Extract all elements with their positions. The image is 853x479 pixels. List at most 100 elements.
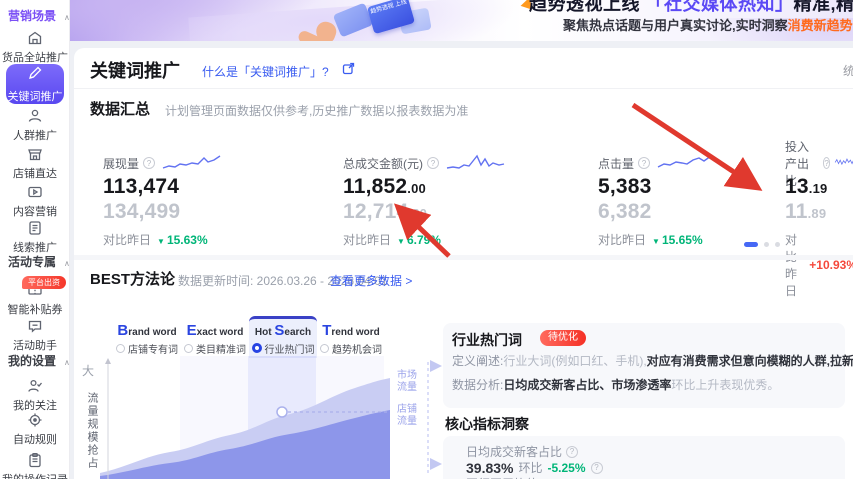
insight-title: 核心指标洞察 xyxy=(445,416,529,432)
kpi-value-row: 39.83% 环比 -5.25%? xyxy=(466,459,603,476)
tab-hot-search[interactable]: Hot Search 行业热门词 xyxy=(249,316,317,358)
compare-label: 对比昨日 xyxy=(598,233,647,247)
what-is-link[interactable]: 什么是「关键词推广」? xyxy=(202,63,329,80)
compare-label: 对比昨日 xyxy=(343,233,392,247)
banner-subline: 聚焦热点话题与用户真实讨论,实时洞察消费新趋势、品类新机会 xyxy=(563,15,853,34)
summary-note: 计划管理页面数据仅供参考,历史推广数据以报表数据为准 xyxy=(165,104,469,118)
delta-value: ▼ 6.79% xyxy=(397,232,441,247)
sidebar-item-shop-direct[interactable]: 店铺直达 xyxy=(0,146,70,181)
delta-value: ▼ 15.63% xyxy=(157,232,208,247)
chevron-up-icon: ∧ xyxy=(64,358,70,367)
banner-headline-suffix: 精准,精准捕捉 xyxy=(793,0,853,14)
radio-selected-icon[interactable] xyxy=(251,343,262,353)
sparkline xyxy=(446,154,505,169)
sidebar-item-audience-promo[interactable]: 人群推广 xyxy=(0,108,70,143)
delta-value: +10.93% xyxy=(809,258,853,272)
tab-cn-label: 类目精准词 xyxy=(196,344,246,356)
kpi-value: 39.83% xyxy=(466,459,514,476)
chat-icon xyxy=(27,318,43,334)
sidebar-item-leads-promo[interactable]: 线索推广 xyxy=(0,220,70,255)
banner-headline-highlight: 「社交媒体热知」 xyxy=(645,0,794,14)
sidebar-item-activity-helper[interactable]: 活动助手 xyxy=(0,318,70,353)
target-icon xyxy=(27,412,43,428)
sidebar-item-label: 内容营销 xyxy=(13,206,57,218)
tab-en-label: Trend word xyxy=(322,321,380,339)
metric-value: 5,383 xyxy=(598,175,652,198)
help-icon[interactable]: ? xyxy=(566,445,579,458)
best-tabs: Brand word 店铺专有词 Exact word 类目精准词 Hot Se… xyxy=(113,316,385,358)
tab-en-label: Hot Search xyxy=(254,321,312,339)
sidebar-item-my-follow[interactable]: 我的关注 xyxy=(0,378,70,413)
sparkline xyxy=(835,158,853,166)
pagination-dot[interactable] xyxy=(775,242,780,247)
compare-label: 对比昨日 xyxy=(785,233,798,298)
help-icon[interactable]: ? xyxy=(143,157,156,169)
chevron-up-icon: ∧ xyxy=(64,13,70,22)
help-icon[interactable]: ? xyxy=(822,157,831,169)
page-root: 趋势透视 上线 趋势透视上线 「社交媒体热知」精准,精准捕捉 聚焦热点话题与用户… xyxy=(0,0,853,479)
sidebar-item-label: 人群推广 xyxy=(13,130,57,142)
hot-word-title: 行业热门词 xyxy=(452,332,522,348)
chevron-up-icon: ∧ xyxy=(64,259,70,268)
video-icon xyxy=(27,184,43,200)
sidebar-item-keyword-promo-selected[interactable]: 关键词推广 xyxy=(6,64,64,104)
radio-icon[interactable] xyxy=(320,343,329,353)
clipped-right-text: 统 xyxy=(843,64,853,78)
tab-cn-label: 店铺专有词 xyxy=(128,344,178,356)
tab-trend-word[interactable]: Trend word 趋势机会词 xyxy=(317,316,385,358)
kpi-hb-label: 环比 xyxy=(518,461,543,475)
sidebar-item-label: 我的关注 xyxy=(13,400,57,412)
person-icon xyxy=(27,108,43,124)
radio-icon[interactable] xyxy=(184,343,193,353)
tab-brand-word[interactable]: Brand word 店铺专有词 xyxy=(113,316,181,358)
tab-cn-label: 趋势机会词 xyxy=(332,344,382,356)
sidebar-item-operation-log[interactable]: 我的操作记录 xyxy=(0,452,70,479)
sidebar-item-content-marketing[interactable]: 内容营销 xyxy=(0,184,70,219)
sidebar-item-label: 活动助手 xyxy=(13,340,57,352)
help-icon[interactable]: ? xyxy=(427,157,439,169)
banner-headline: 趋势透视上线 「社交媒体热知」精准,精准捕捉 xyxy=(529,0,853,16)
sidebar-item-label: 店铺直达 xyxy=(13,168,57,180)
trend-down-icon: ▼ xyxy=(157,236,165,246)
section-divider xyxy=(74,255,853,260)
sidebar-item-full-site[interactable]: 货品全站推广 xyxy=(0,30,70,65)
sidebar-section-label: 活动专属 xyxy=(8,255,57,269)
help-icon[interactable]: ? xyxy=(590,461,603,474)
sparkline xyxy=(162,155,221,169)
sidebar-section-settings[interactable]: 我的设置 ∧ xyxy=(8,352,70,369)
help-icon[interactable]: ? xyxy=(638,157,651,169)
banner-subline-text: 聚焦热点话题与用户真实讨论,实时洞察 xyxy=(563,18,788,33)
radio-icon[interactable] xyxy=(116,343,125,353)
sidebar-item-label: 货品全站推广 xyxy=(2,52,68,64)
tab-en-label: Exact word xyxy=(186,321,244,339)
pagination-dot[interactable] xyxy=(764,242,769,247)
external-link-icon[interactable] xyxy=(342,62,355,80)
shop-icon xyxy=(27,146,43,162)
sidebar-section-activity[interactable]: 活动专属 ∧ xyxy=(8,253,70,270)
pagination-dot-active[interactable] xyxy=(744,242,758,247)
metric-label: 点击量 xyxy=(598,156,635,171)
promo-banner[interactable]: 趋势透视 上线 趋势透视上线 「社交媒体热知」精准,精准捕捉 聚焦热点话题与用户… xyxy=(70,0,853,41)
view-more-data-link[interactable]: 查看更多数据 > xyxy=(330,272,412,289)
metric-prev-value: 11.89 xyxy=(785,200,827,223)
tab-exact-word[interactable]: Exact word 类目精准词 xyxy=(181,316,249,358)
sidebar-item-label: 智能补贴券 xyxy=(7,304,63,316)
metric-impressions: 展现量? 113,474 134,499 对比昨日 ▼ 15.63% xyxy=(103,153,223,248)
kpi-peer-row: 同行同层均值 34.34% xyxy=(466,475,582,479)
sidebar-section-label: 我的设置 xyxy=(8,354,57,368)
metric-prev-value: 6,382 xyxy=(598,200,652,223)
platform-funded-badge: 平台出资 xyxy=(22,276,66,289)
sidebar-section-marketing[interactable]: 营销场景 ∧ xyxy=(8,7,70,24)
storefront-icon xyxy=(27,30,43,46)
sparkline xyxy=(657,155,712,168)
metric-value: 13.19 xyxy=(785,175,828,198)
delta-value: ▼ 15.65% xyxy=(652,232,703,247)
clipboard-icon xyxy=(27,452,43,468)
divider xyxy=(74,88,853,89)
kpi-hb-value: -5.25% xyxy=(547,460,586,475)
sidebar-item-auto-rules[interactable]: 自动规则 xyxy=(0,412,70,447)
person-check-icon xyxy=(27,378,43,394)
best-title: BEST方法论 xyxy=(90,271,176,288)
sidebar-item-label: 自动规则 xyxy=(13,434,57,446)
pen-icon xyxy=(27,65,43,86)
